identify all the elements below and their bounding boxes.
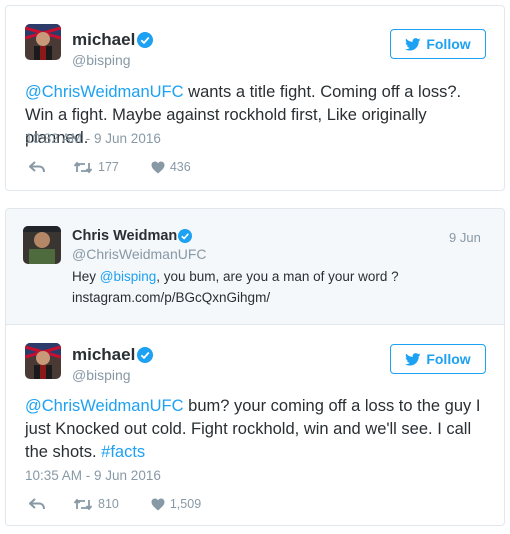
quoted-author-name[interactable]: Chris Weidman	[72, 228, 177, 244]
author-handle[interactable]: @bisping	[72, 52, 131, 68]
tweet-card-1: michael @bisping Follow @ChrisWeidmanUFC…	[5, 5, 505, 191]
like-icon	[151, 161, 165, 174]
quoted-author-handle[interactable]: @ChrisWeidmanUFC	[72, 246, 207, 262]
author-name[interactable]: michael	[72, 345, 135, 365]
like-count: 436	[169, 160, 191, 174]
timestamp[interactable]: 10:32 AM - 9 Jun 2016	[25, 131, 161, 146]
verified-icon	[137, 347, 153, 363]
follow-button[interactable]: Follow	[390, 344, 486, 374]
mention-link[interactable]: @ChrisWeidmanUFC	[25, 397, 184, 415]
tweet-text: @ChrisWeidmanUFC bum? your coming off a …	[25, 395, 485, 464]
quoted-text-prefix: Hey	[72, 269, 100, 284]
twitter-bird-icon	[405, 352, 421, 366]
avatar[interactable]	[25, 24, 61, 60]
quoted-text-body: , you bum, are you a man of your word ?	[156, 269, 399, 284]
like-button[interactable]: 1,509	[151, 497, 201, 511]
timestamp[interactable]: 10:35 AM - 9 Jun 2016	[25, 468, 161, 483]
retweet-button[interactable]: 177	[73, 160, 119, 174]
mention-link[interactable]: @ChrisWeidmanUFC	[25, 83, 184, 101]
quoted-avatar[interactable]	[23, 226, 61, 264]
verified-icon	[178, 229, 192, 243]
tweet-actions: 810 1,509	[29, 497, 201, 511]
retweet-icon	[73, 498, 93, 511]
instagram-link[interactable]: instagram.com/p/BGcQxnGihgm/	[72, 288, 472, 308]
follow-label: Follow	[426, 351, 471, 367]
author-handle[interactable]: @bisping	[72, 367, 131, 383]
retweet-button[interactable]: 810	[73, 497, 119, 511]
like-icon	[151, 498, 165, 511]
follow-button[interactable]: Follow	[390, 29, 486, 59]
reply-tweet: michael @bisping Follow @ChrisWeidmanUFC…	[6, 324, 504, 525]
retweet-count: 177	[98, 160, 119, 174]
avatar[interactable]	[25, 343, 61, 379]
tweet-actions: 177 436	[29, 160, 191, 174]
like-count: 1,509	[169, 497, 202, 511]
tweet-card-2: Chris Weidman @ChrisWeidmanUFC 9 Jun Hey…	[5, 208, 505, 526]
verified-icon	[137, 32, 153, 48]
twitter-bird-icon	[405, 37, 421, 51]
quoted-date[interactable]: 9 Jun	[449, 230, 481, 245]
quoted-text: Hey @bisping, you bum, are you a man of …	[72, 267, 472, 287]
like-button[interactable]: 436	[151, 160, 191, 174]
reply-icon[interactable]	[29, 161, 45, 173]
follow-label: Follow	[426, 36, 471, 52]
retweet-icon	[73, 161, 93, 174]
mention-link[interactable]: @bisping	[100, 269, 157, 284]
author-name[interactable]: michael	[72, 30, 135, 50]
hashtag-link[interactable]: #facts	[101, 443, 145, 461]
reply-icon[interactable]	[29, 498, 45, 510]
retweet-count: 810	[98, 497, 119, 511]
